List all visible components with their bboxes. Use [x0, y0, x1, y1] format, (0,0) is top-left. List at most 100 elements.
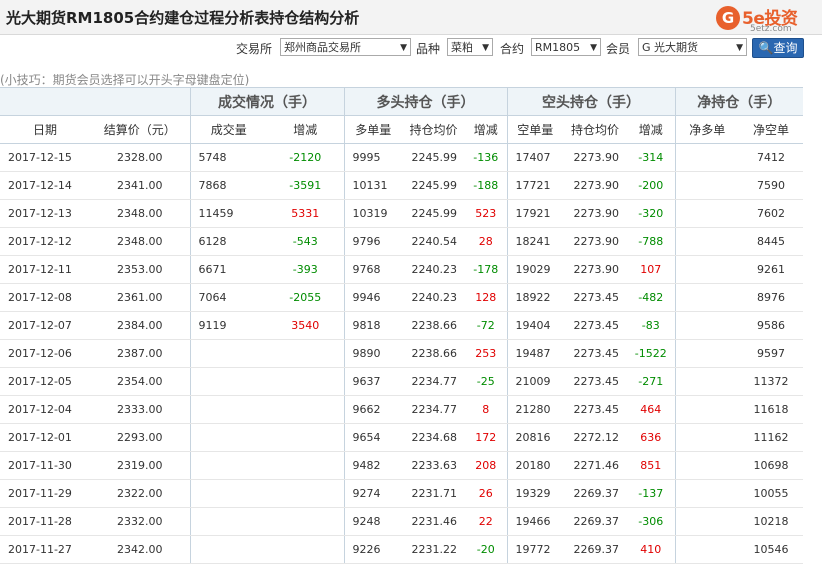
col-header-date: 日期 [0, 115, 90, 144]
position-table: 成交情况（手） 多头持仓（手） 空头持仓（手） 净持仓（手） 日期 结算价（元）… [0, 87, 803, 564]
contract-select[interactable]: RM1805 ▼ [531, 38, 601, 56]
cell-long-avg: 2238.66 [402, 311, 465, 340]
cell-short-avg: 2272.12 [563, 423, 627, 452]
group-header-short: 空头持仓（手） [506, 87, 675, 116]
product-select[interactable]: 菜粕 ▼ [447, 38, 493, 56]
cell-volume-change [267, 535, 344, 564]
cell-short-avg: 2269.37 [563, 479, 627, 508]
exchange-select[interactable]: 郑州商品交易所 ▼ [280, 38, 411, 56]
cell-long-avg: 2234.77 [402, 395, 465, 424]
cell-settle-price: 2348.00 [90, 199, 190, 228]
cell-net-long [674, 535, 739, 564]
table-row: 2017-11-29 2322.00 9274 2231.71 26 19329 2269.… [0, 479, 803, 508]
table-row: 2017-12-07 2384.00 9119 3540 9818 2238.66 -72 1… [0, 311, 803, 340]
cell-short-change: -1522 [627, 339, 675, 368]
cell-net-short: 9586 [739, 311, 803, 340]
cell-volume: 5748 [189, 143, 267, 172]
col-header-short-avg: 持仓均价 [563, 115, 627, 144]
cell-volume-change [267, 367, 344, 396]
cell-net-long [674, 227, 739, 256]
col-header-long-change: 增减 [465, 115, 507, 144]
cell-short-qty: 18922 [506, 283, 563, 312]
cell-long-change: -188 [465, 171, 507, 200]
cell-long-avg: 2234.68 [402, 423, 465, 452]
group-header-row: 成交情况（手） 多头持仓（手） 空头持仓（手） 净持仓（手） [0, 87, 803, 116]
col-header-net-long: 净多单 [674, 115, 739, 144]
cell-settle-price: 2387.00 [90, 339, 190, 368]
product-select-value: 菜粕 [451, 41, 473, 54]
cell-volume [189, 479, 267, 508]
group-header-net: 净持仓（手） [674, 87, 803, 116]
col-header-long-qty: 多单量 [343, 115, 402, 144]
cell-short-change: -788 [627, 227, 675, 256]
cell-long-qty: 9248 [343, 507, 402, 536]
cell-date: 2017-12-11 [0, 255, 90, 284]
member-select[interactable]: G 光大期货 ▼ [638, 38, 747, 56]
tip-text: (小技巧：期货会员选择可以开头字母键盘定位) [0, 73, 250, 87]
cell-short-change: -83 [627, 311, 675, 340]
cell-net-long [674, 199, 739, 228]
cell-short-qty: 20180 [506, 451, 563, 480]
query-button-label: 查询 [773, 41, 798, 55]
cell-long-avg: 2245.99 [402, 199, 465, 228]
cell-long-qty: 9226 [343, 535, 402, 564]
cell-long-qty: 9796 [343, 227, 402, 256]
cell-net-short: 10218 [739, 507, 803, 536]
cell-net-long [674, 451, 739, 480]
cell-short-avg: 2273.45 [563, 395, 627, 424]
group-header-blank [0, 87, 190, 116]
col-header-short-change: 增减 [627, 115, 675, 144]
col-header-volume-change: 增减 [267, 115, 344, 144]
cell-short-change: -320 [627, 199, 675, 228]
cell-settle-price: 2348.00 [90, 227, 190, 256]
cell-date: 2017-12-05 [0, 367, 90, 396]
table-row: 2017-12-06 2387.00 9890 2238.66 253 19487 2273… [0, 339, 803, 368]
member-select-value: G 光大期货 [642, 41, 699, 54]
col-header-settle: 结算价（元） [90, 115, 190, 144]
cell-short-qty: 20816 [506, 423, 563, 452]
cell-net-short: 7412 [739, 143, 803, 172]
table-body: 2017-12-15 2328.00 5748 -2120 9995 2245.99 -13… [0, 143, 803, 564]
cell-volume-change: -3591 [267, 171, 344, 200]
cell-volume-change: -2055 [267, 283, 344, 312]
table-row: 2017-12-01 2293.00 9654 2234.68 172 20816 2272… [0, 423, 803, 452]
cell-volume-change [267, 507, 344, 536]
cell-settle-price: 2342.00 [90, 535, 190, 564]
site-logo[interactable]: G 5e投资 5etz.com [716, 4, 822, 34]
cell-short-qty: 17721 [506, 171, 563, 200]
cell-volume: 7064 [189, 283, 267, 312]
cell-short-qty: 19404 [506, 311, 563, 340]
cell-net-short: 10055 [739, 479, 803, 508]
cell-date: 2017-12-13 [0, 199, 90, 228]
col-header-short-qty: 空单量 [506, 115, 563, 144]
cell-volume-change: 5331 [267, 199, 344, 228]
cell-date: 2017-11-28 [0, 507, 90, 536]
cell-short-change: 464 [627, 395, 675, 424]
chevron-down-icon: ▼ [736, 43, 743, 53]
cell-short-avg: 2273.45 [563, 367, 627, 396]
page-title: 光大期货RM1805合约建仓过程分析表持仓结构分析 [6, 9, 360, 27]
cell-short-qty: 19329 [506, 479, 563, 508]
cell-date: 2017-12-06 [0, 339, 90, 368]
cell-short-change: -200 [627, 171, 675, 200]
cell-long-avg: 2245.99 [402, 143, 465, 172]
cell-short-avg: 2273.90 [563, 143, 627, 172]
cell-date: 2017-12-07 [0, 311, 90, 340]
group-header-long: 多头持仓（手） [343, 87, 507, 116]
cell-short-qty: 17407 [506, 143, 563, 172]
cell-net-short: 9261 [739, 255, 803, 284]
cell-long-change: -20 [465, 535, 507, 564]
table-row: 2017-11-27 2342.00 9226 2231.22 -20 19772 2269… [0, 535, 803, 564]
cell-short-qty: 19466 [506, 507, 563, 536]
cell-net-long [674, 283, 739, 312]
cell-net-long [674, 339, 739, 368]
cell-long-qty: 9890 [343, 339, 402, 368]
cell-long-change: 22 [465, 507, 507, 536]
cell-net-long [674, 367, 739, 396]
table-row: 2017-12-14 2341.00 7868 -3591 10131 2245.99 -1… [0, 171, 803, 200]
cell-volume-change [267, 479, 344, 508]
table-row: 2017-11-28 2332.00 9248 2231.46 22 19466 2269.… [0, 507, 803, 536]
cell-volume [189, 395, 267, 424]
query-button[interactable]: 🔍查询 [752, 38, 804, 58]
cell-settle-price: 2293.00 [90, 423, 190, 452]
